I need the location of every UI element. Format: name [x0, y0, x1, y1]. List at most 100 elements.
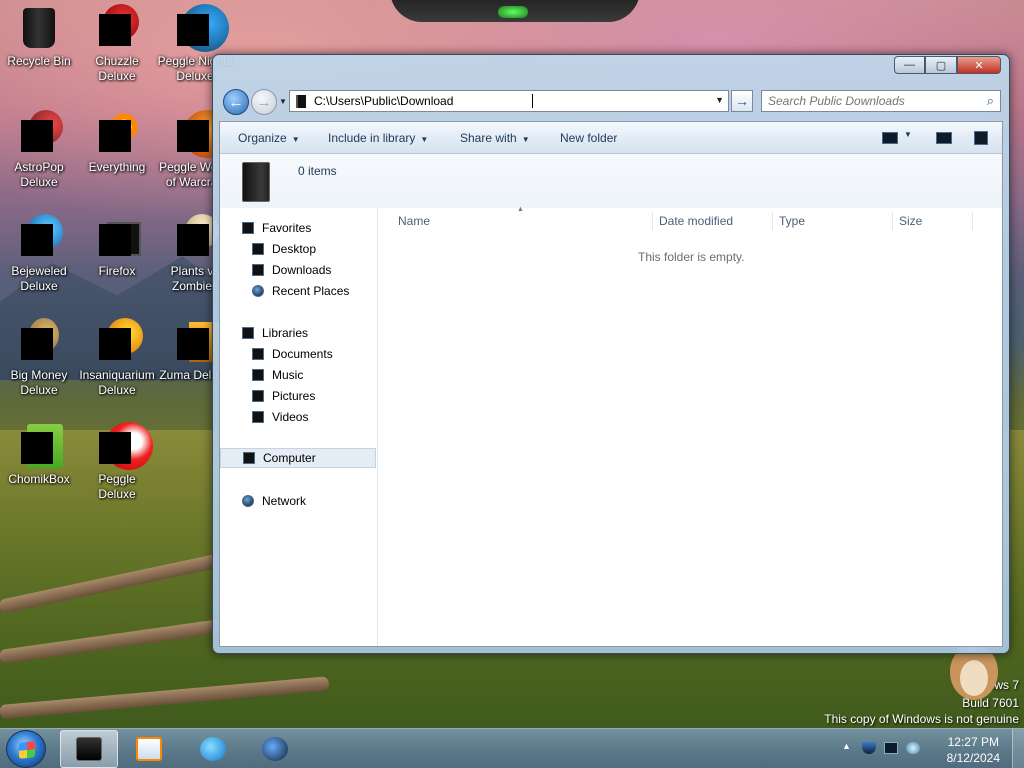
column-divider[interactable] [772, 212, 773, 230]
clock[interactable]: 12:27 PM 8/12/2024 [947, 734, 1000, 766]
star-icon [242, 222, 254, 234]
nav-item-music[interactable]: Music [220, 365, 376, 385]
column-divider[interactable] [652, 212, 653, 230]
change-view-icon[interactable] [882, 132, 898, 144]
insaniquarium-icon [93, 318, 143, 366]
nav-item-documents[interactable]: Documents [220, 344, 376, 364]
sort-ascending-icon: ▲ [517, 206, 524, 213]
desktop-icon-bejeweled[interactable]: Bejeweled Deluxe [0, 214, 78, 294]
desktop-icon-recycle-bin[interactable]: Recycle Bin [0, 4, 78, 69]
desktop-icon-chomikbox[interactable]: ChomikBox [0, 422, 78, 487]
chevron-down-icon: ▼ [420, 135, 429, 144]
explorer-window: — ▢ ✕ ← → ▼ C:\Users\Public\Download ▼ →… [212, 54, 1010, 654]
preview-pane-icon[interactable] [936, 132, 952, 144]
new-folder-button[interactable]: New folder [560, 131, 617, 145]
minimize-button[interactable]: — [894, 56, 925, 74]
recent-pages-dropdown[interactable]: ▼ [279, 97, 287, 106]
big-money-icon [15, 318, 63, 366]
desktop-icon-astropop[interactable]: AstroPop Deluxe [0, 110, 78, 190]
column-header-size[interactable]: Size [899, 214, 922, 228]
recycle-bin-icon [15, 4, 63, 52]
column-header-type[interactable]: Type [779, 214, 805, 228]
explorer-content: Organize ▼ Include in library ▼ Share with… [219, 121, 1003, 647]
back-button[interactable]: ← [223, 89, 249, 115]
go-button[interactable]: → [731, 90, 753, 112]
chomikbox-icon [15, 422, 63, 470]
taskbar-internet-explorer[interactable] [184, 730, 242, 768]
desktop-icon-big-money[interactable]: Big Money Deluxe [0, 318, 78, 398]
start-button[interactable] [6, 730, 46, 768]
taskbar: ▲ 12:27 PM 8/12/2024 [0, 728, 1024, 768]
search-input[interactable] [768, 94, 973, 108]
desktop-icon-peggle-deluxe[interactable]: Peggle Deluxe [78, 422, 156, 502]
search-icon[interactable]: ⌕ [987, 93, 994, 109]
navigation-bar: ← → ▼ C:\Users\Public\Download ▼ → ⌕ [221, 87, 1003, 115]
address-path[interactable]: C:\Users\Public\Download [314, 94, 453, 108]
desktop-icon [252, 243, 264, 255]
navigation-pane: Favorites Desktop Downloads Recent Place… [220, 208, 378, 646]
desktop-icon-label: Peggle Deluxe [98, 472, 136, 501]
firefox-icon [93, 214, 141, 262]
address-bar[interactable]: C:\Users\Public\Download ▼ [289, 90, 729, 112]
clock-time: 12:27 PM [947, 735, 999, 749]
desktop-icon-label: Chuzzle Deluxe [95, 54, 139, 83]
nav-item-favorites[interactable]: Favorites [220, 218, 376, 238]
organize-menu[interactable]: Organize ▼ [238, 131, 300, 145]
file-list: ▲ Name Date modified Type Size This fold… [380, 206, 1002, 646]
desktop-icon-label: ChomikBox [8, 472, 70, 486]
volume-icon[interactable] [906, 742, 920, 754]
column-divider[interactable] [892, 212, 893, 230]
security-shield-icon[interactable] [862, 742, 876, 754]
column-divider[interactable] [972, 212, 973, 230]
nav-item-libraries[interactable]: Libraries [220, 323, 376, 343]
show-desktop-button[interactable] [1012, 729, 1024, 768]
taskbar-explorer[interactable] [60, 730, 118, 768]
folder-icon [296, 94, 306, 108]
desktop-icon-label: Everything [88, 160, 146, 174]
windows-logo-icon [19, 741, 35, 759]
nav-item-desktop[interactable]: Desktop [220, 239, 376, 259]
desktop-icon-firefox[interactable]: Firefox [78, 214, 156, 279]
address-history-dropdown[interactable]: ▼ [715, 95, 724, 105]
empty-folder-message: This folder is empty. [638, 250, 745, 264]
arrow-right-icon: → [256, 93, 272, 111]
taskbar-media-player[interactable] [120, 730, 178, 768]
documents-icon [252, 348, 264, 360]
desktop-icon-insaniquarium[interactable]: Insaniquarium Deluxe [78, 318, 156, 398]
desktop-icon-chuzzle-deluxe[interactable]: Chuzzle Deluxe [78, 4, 156, 84]
column-header-date-modified[interactable]: Date modified [659, 214, 733, 228]
desktop-icon-label: Recycle Bin [7, 54, 71, 68]
nav-item-videos[interactable]: Videos [220, 407, 376, 427]
internet-explorer-icon [200, 737, 226, 761]
command-bar: Organize ▼ Include in library ▼ Share with… [220, 122, 1002, 154]
system-tray: ▲ 12:27 PM 8/12/2024 [834, 729, 1024, 768]
taskbar-globe-app[interactable] [246, 730, 304, 768]
show-hidden-icons-icon[interactable]: ▲ [842, 741, 856, 753]
recent-places-icon [252, 285, 264, 297]
nav-item-recent-places[interactable]: Recent Places [220, 281, 376, 301]
astropop-icon [15, 110, 63, 158]
nav-item-network[interactable]: Network [220, 491, 376, 511]
close-button[interactable]: ✕ [957, 56, 1001, 74]
item-count: 0 items [298, 164, 337, 178]
details-header: 0 items [220, 154, 1002, 208]
nav-item-downloads[interactable]: Downloads [220, 260, 376, 280]
folder-icon [242, 162, 270, 202]
downloads-icon [252, 264, 264, 276]
libraries-icon [242, 327, 254, 339]
share-with-menu[interactable]: Share with ▼ [460, 131, 530, 145]
nav-item-computer[interactable]: Computer [220, 448, 376, 468]
desktop-icon-label: Firefox [98, 264, 136, 278]
maximize-button[interactable]: ▢ [925, 56, 957, 74]
help-icon[interactable] [974, 131, 988, 145]
search-box[interactable]: ⌕ [761, 90, 1001, 112]
column-header-name[interactable]: Name [398, 214, 430, 228]
desktop-icon-everything[interactable]: Everything [78, 110, 156, 175]
forward-button[interactable]: → [251, 89, 277, 115]
include-in-library-menu[interactable]: Include in library ▼ [328, 131, 428, 145]
network-status-icon[interactable] [884, 742, 898, 754]
view-options-dropdown[interactable]: ▼ [904, 130, 912, 139]
nav-item-pictures[interactable]: Pictures [220, 386, 376, 406]
media-player-icon [136, 737, 162, 761]
chevron-down-icon: ▼ [521, 135, 530, 144]
